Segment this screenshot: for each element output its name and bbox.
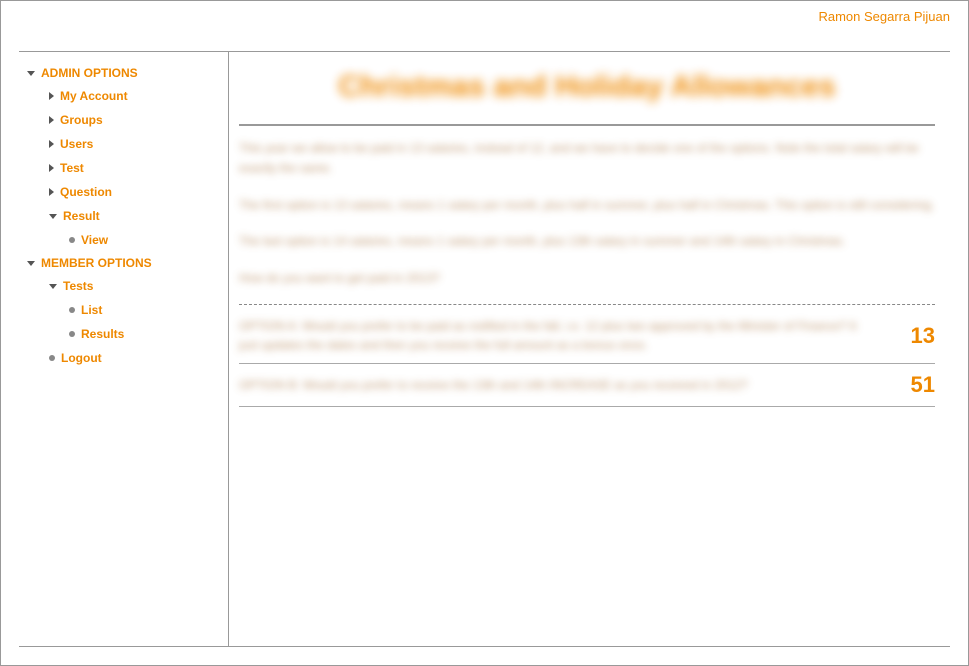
nav-tests-results[interactable]: Results — [27, 322, 220, 346]
user-name-label: Ramon Segarra Pijuan — [1, 1, 968, 28]
app-frame: Ramon Segarra Pijuan ADMIN OPTIONS My Ac… — [0, 0, 969, 666]
nav-question[interactable]: Question — [27, 180, 220, 204]
nav-label: Groups — [60, 113, 103, 127]
nav-label: Test — [60, 161, 84, 175]
arrow-right-icon — [49, 140, 54, 148]
nav-label: Tests — [63, 279, 93, 293]
arrow-right-icon — [49, 116, 54, 124]
nav-result[interactable]: Result — [27, 204, 220, 228]
option-count: 51 — [895, 372, 935, 398]
main-content: Christmas and Holiday Allowances This ye… — [229, 52, 950, 646]
result-row: OPTION B: Would you prefer to receive th… — [239, 368, 935, 402]
nav-groups[interactable]: Groups — [27, 108, 220, 132]
option-count: 13 — [895, 323, 935, 349]
row-divider — [239, 406, 935, 407]
description-paragraph: This year we allow to be paid in 13 sala… — [239, 138, 935, 179]
nav-label: Results — [81, 327, 124, 341]
page-title: Christmas and Holiday Allowances — [239, 62, 935, 124]
nav-label: My Account — [60, 89, 128, 103]
nav-test[interactable]: Test — [27, 156, 220, 180]
nav-label: Users — [60, 137, 93, 151]
nav-label: View — [81, 233, 108, 247]
bullet-icon — [69, 307, 75, 313]
divider — [239, 124, 935, 126]
expand-icon — [27, 261, 35, 266]
section-label: MEMBER OPTIONS — [41, 256, 152, 270]
description-paragraph: The first option is 13 salaries, means 1… — [239, 195, 935, 215]
option-label: OPTION B: Would you prefer to receive th… — [239, 376, 875, 395]
option-label: OPTION A: Would you prefer to be paid as… — [239, 317, 875, 355]
description-paragraph: How do you want to get paid in 2013? — [239, 268, 935, 288]
nav-tests[interactable]: Tests — [27, 274, 220, 298]
nav-my-account[interactable]: My Account — [27, 84, 220, 108]
result-row: OPTION A: Would you prefer to be paid as… — [239, 313, 935, 359]
row-divider — [239, 363, 935, 364]
dashed-divider — [239, 304, 935, 305]
description-paragraph: The last option is 14 salaries, means 1 … — [239, 231, 935, 251]
nav-tests-list[interactable]: List — [27, 298, 220, 322]
admin-options-header[interactable]: ADMIN OPTIONS — [27, 62, 220, 84]
expand-icon — [27, 71, 35, 76]
expand-icon — [49, 284, 57, 289]
member-options-header[interactable]: MEMBER OPTIONS — [27, 252, 220, 274]
expand-icon — [49, 214, 57, 219]
arrow-right-icon — [49, 188, 54, 196]
content-frame: ADMIN OPTIONS My Account Groups Users Te… — [19, 51, 950, 647]
nav-users[interactable]: Users — [27, 132, 220, 156]
nav-result-view[interactable]: View — [27, 228, 220, 252]
bullet-icon — [69, 331, 75, 337]
arrow-right-icon — [49, 164, 54, 172]
section-label: ADMIN OPTIONS — [41, 66, 138, 80]
nav-label: Result — [63, 209, 100, 223]
nav-label: Logout — [61, 351, 102, 365]
nav-label: List — [81, 303, 102, 317]
nav-label: Question — [60, 185, 112, 199]
arrow-right-icon — [49, 92, 54, 100]
bullet-icon — [49, 355, 55, 361]
sidebar: ADMIN OPTIONS My Account Groups Users Te… — [19, 52, 229, 646]
bullet-icon — [69, 237, 75, 243]
nav-logout[interactable]: Logout — [27, 346, 220, 370]
